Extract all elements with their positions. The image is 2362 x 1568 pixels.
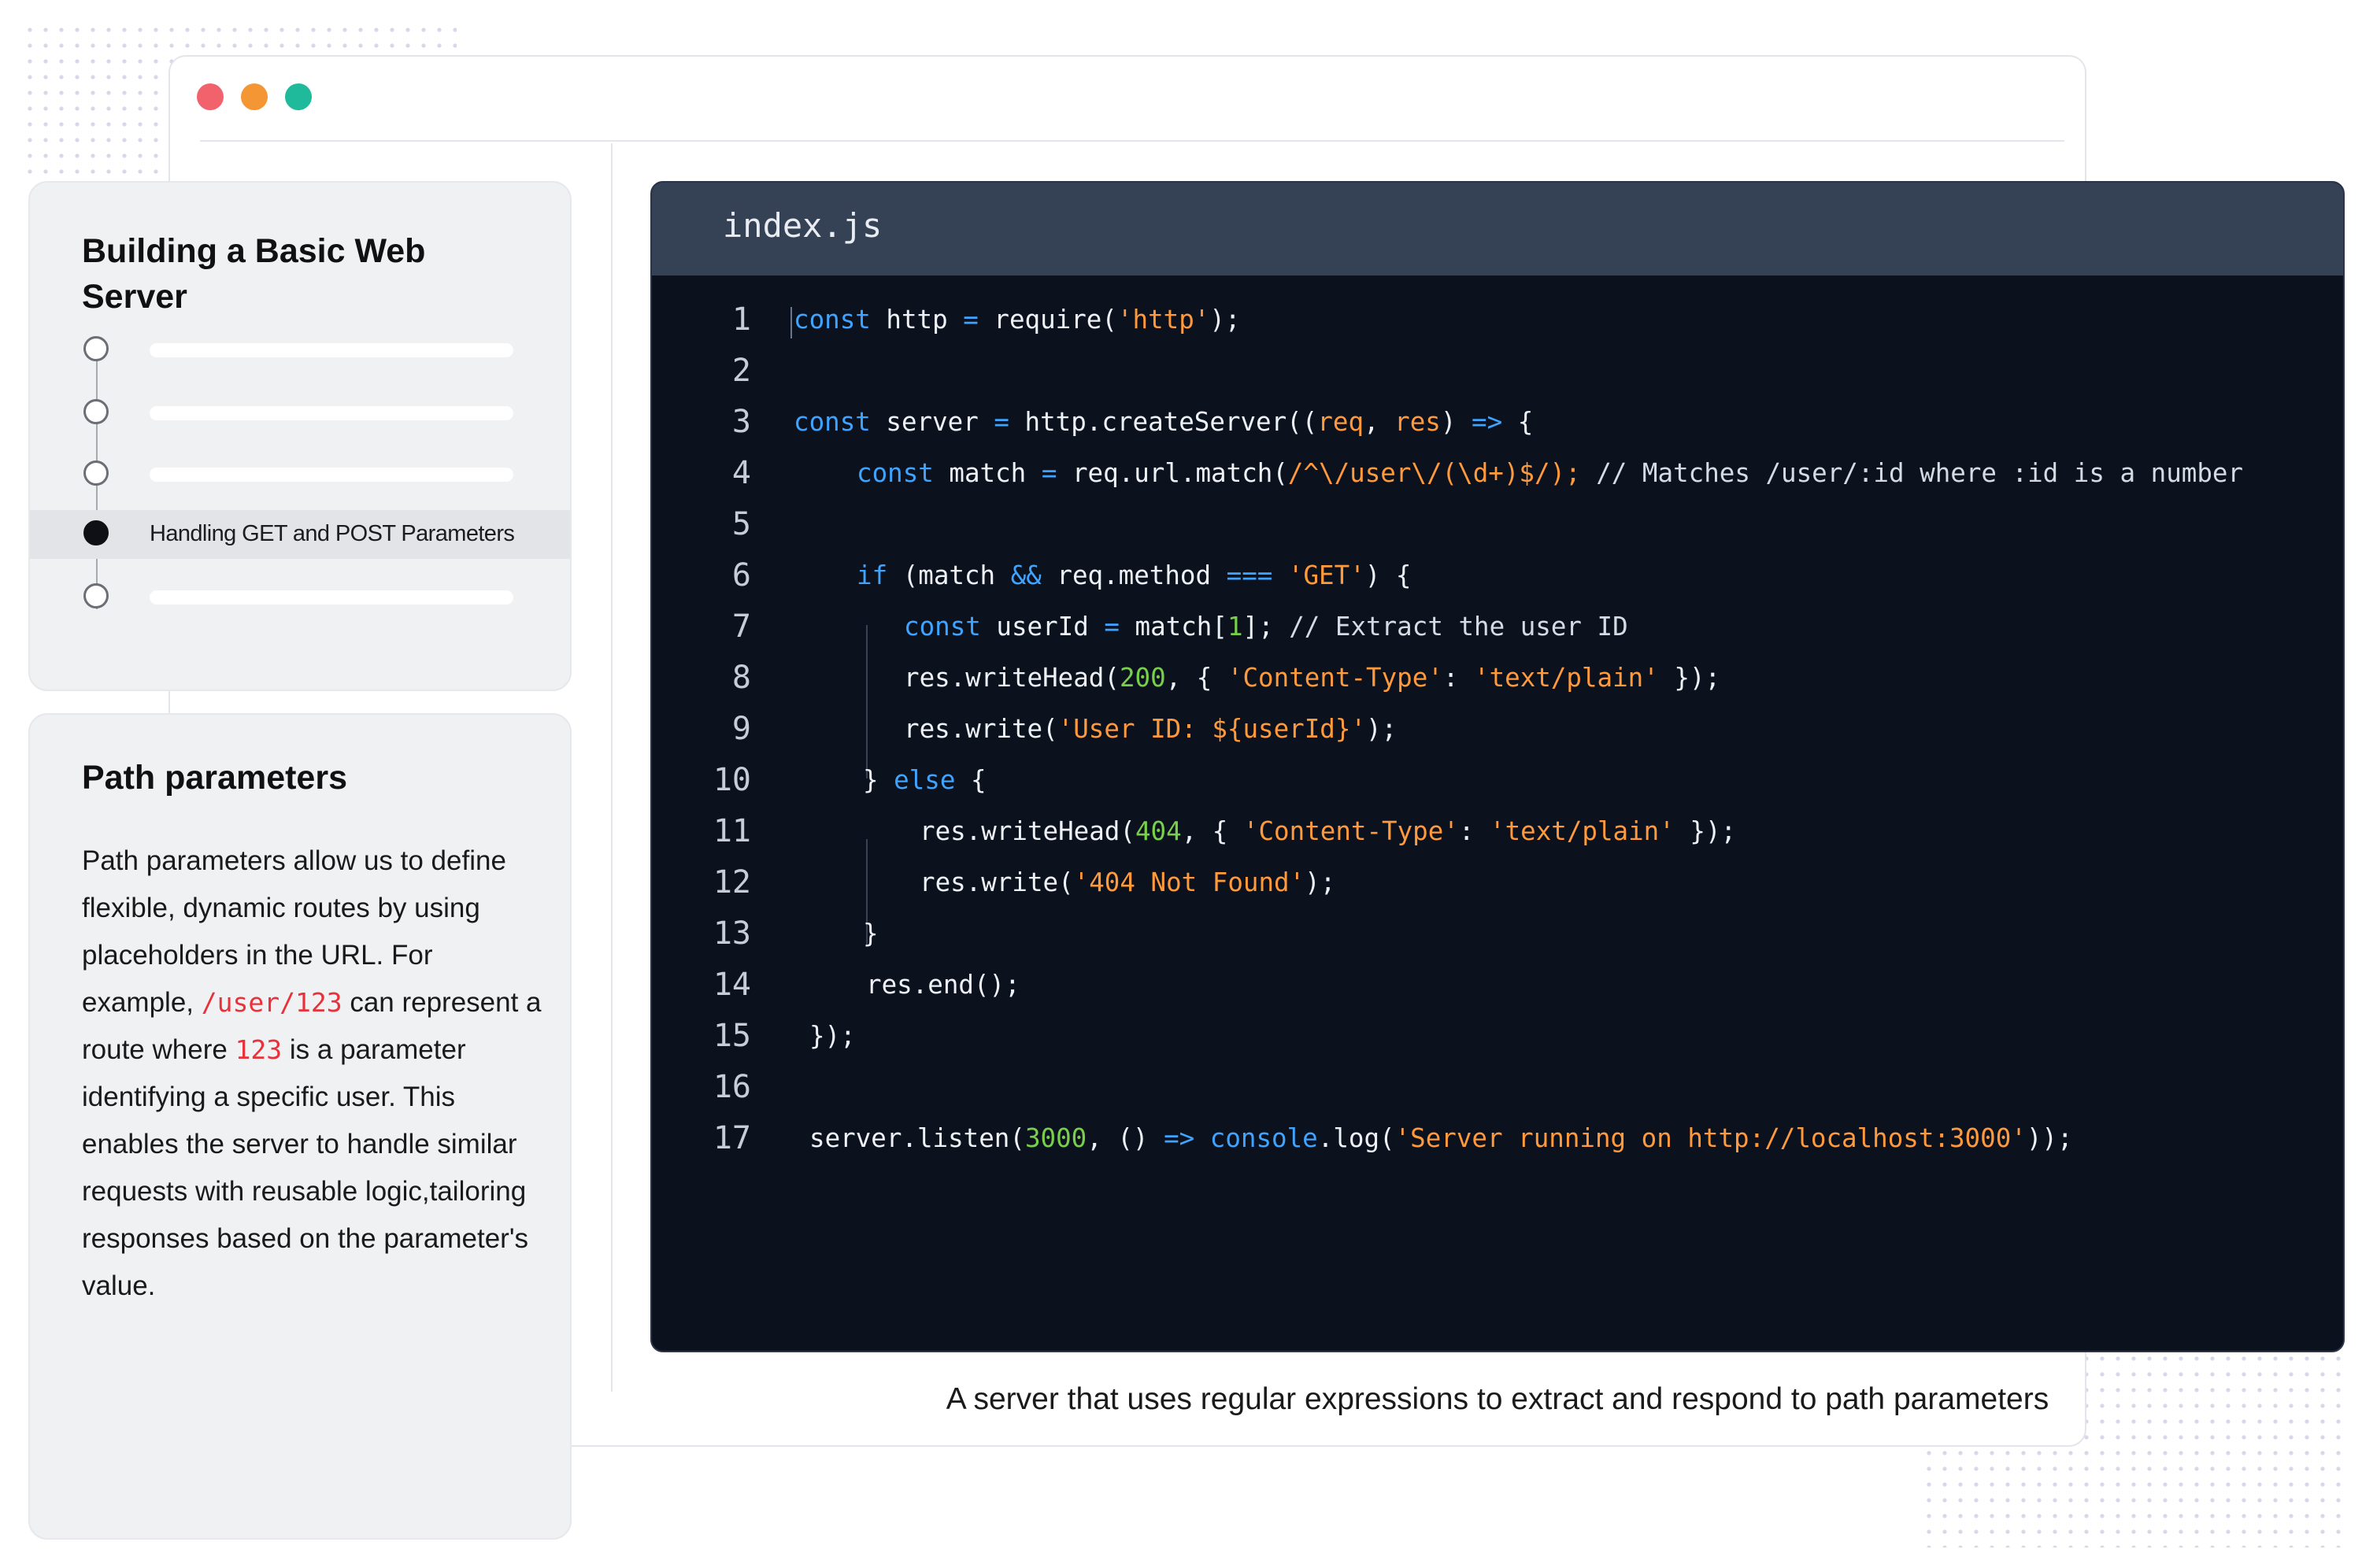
line-number: 8 [731, 660, 751, 696]
editor-tab-bar: index.js [652, 183, 2343, 276]
toc-step-circle-icon [83, 336, 109, 361]
line-number: 15 [713, 1018, 751, 1054]
toc-item-label: Handling GET and POST Parameters [150, 521, 515, 546]
code-line[interactable]: res.end(); [866, 960, 1020, 1011]
code-line[interactable]: res.write('User ID: ${userId}'); [904, 704, 1397, 755]
close-window-icon[interactable] [197, 83, 224, 110]
toc-step-circle-icon [83, 460, 109, 486]
toc-item-1[interactable] [30, 326, 570, 375]
toc-card: Building a Basic Web Server Handling GET… [28, 181, 572, 691]
toc-item-2[interactable] [30, 389, 570, 438]
line-number: 7 [731, 608, 751, 645]
code-line[interactable]: res.write('404 Not Found'); [920, 857, 1335, 908]
line-number: 12 [713, 864, 751, 900]
toc-title: Building a Basic Web Server [82, 232, 426, 316]
code-line[interactable]: server.listen(3000, () => console.log('S… [809, 1113, 2073, 1164]
window-controls [197, 83, 312, 110]
line-number: 10 [713, 762, 751, 798]
line-number: 3 [731, 404, 751, 440]
path-parameters-description: Path parameters allow us to define flexi… [82, 838, 546, 1310]
code-line[interactable]: if (match && req.method === 'GET') { [857, 550, 1411, 601]
code-line[interactable]: const server = http.createServer((req, r… [794, 397, 1533, 448]
code-caption: A server that uses regular expressions t… [946, 1382, 2049, 1416]
toc-item-3[interactable] [30, 450, 570, 499]
toc-item-4-active[interactable]: Handling GET and POST Parameters [30, 510, 570, 559]
toc-item-placeholder [150, 590, 513, 605]
toc-item-5[interactable] [30, 573, 570, 622]
line-number: 13 [713, 915, 751, 952]
pane-divider [611, 143, 613, 1392]
line-number: 14 [713, 967, 751, 1003]
line-number: 11 [713, 813, 751, 849]
code-line[interactable]: } else { [863, 755, 987, 806]
toc-item-placeholder [150, 468, 513, 482]
line-number: 16 [713, 1069, 751, 1105]
inline-code-id: 123 [235, 1034, 283, 1065]
toc-step-circle-icon [83, 399, 109, 424]
line-number: 9 [731, 711, 751, 747]
line-number: 1 [731, 301, 751, 338]
line-number: 2 [731, 353, 751, 389]
code-line[interactable]: } [863, 908, 879, 960]
code-line[interactable]: res.writeHead(200, { 'Content-Type': 'te… [904, 653, 1720, 704]
toc-step-circle-icon [83, 583, 109, 608]
text-cursor [790, 307, 792, 338]
line-number: 6 [731, 557, 751, 594]
description-text: is a parameter identifying a specific us… [82, 1034, 529, 1301]
code-line[interactable]: const userId = match[1]; // Extract the … [904, 601, 1628, 653]
path-parameters-card: Path parameters Path parameters allow us… [28, 713, 572, 1540]
toc-item-placeholder [150, 406, 513, 420]
minimize-window-icon[interactable] [241, 83, 268, 110]
line-number: 5 [731, 506, 751, 542]
title-bar-divider [200, 140, 2064, 142]
line-number: 4 [731, 455, 751, 491]
code-editor: index.js 1 2 3 4 5 6 7 8 9 10 11 12 13 1… [650, 181, 2345, 1352]
code-line[interactable]: const match = req.url.match(/^\/user\/(\… [857, 448, 2243, 499]
code-line[interactable]: res.writeHead(404, { 'Content-Type': 'te… [920, 806, 1736, 857]
code-line[interactable]: }); [809, 1011, 856, 1062]
toc-step-filled-circle-icon [83, 520, 109, 545]
inline-code-route: /user/123 [201, 987, 342, 1018]
code-line[interactable]: const http = require('http'); [794, 294, 1240, 346]
editor-filename[interactable]: index.js [723, 206, 882, 245]
maximize-window-icon[interactable] [285, 83, 312, 110]
path-parameters-title: Path parameters [82, 759, 347, 797]
toc-item-placeholder [150, 343, 513, 357]
line-number: 17 [713, 1120, 751, 1156]
